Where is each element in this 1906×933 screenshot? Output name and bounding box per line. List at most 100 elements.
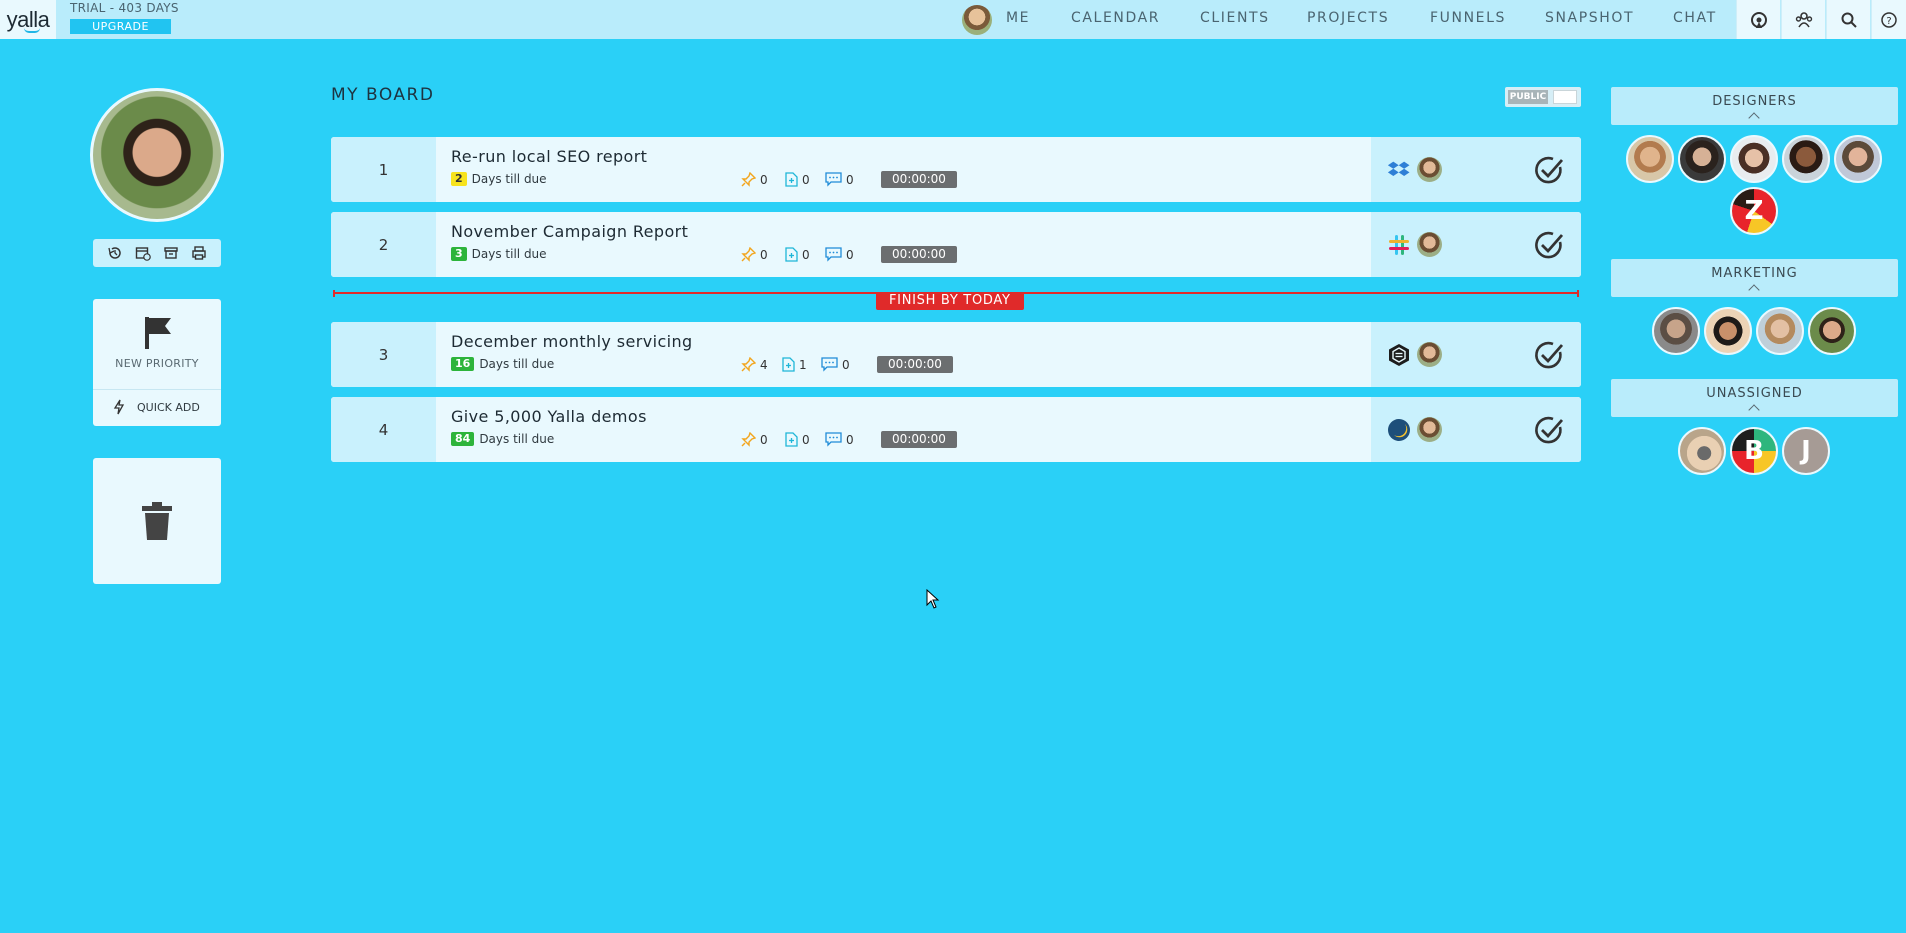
days-badge: 3 (451, 247, 467, 261)
trash-drop-zone[interactable] (93, 458, 221, 584)
task-timer[interactable]: 00:00:00 (881, 246, 957, 263)
mouse-cursor-icon (926, 589, 940, 609)
task-actions (1371, 397, 1581, 462)
comments-count[interactable]: 0 (825, 172, 854, 187)
avatar-letter: J (1801, 436, 1811, 466)
task-timer[interactable]: 00:00:00 (881, 431, 957, 448)
badge-logo-icon (1389, 344, 1409, 366)
nav-snapshot[interactable]: SNAPSHOT (1545, 10, 1634, 26)
complete-check-icon[interactable] (1533, 339, 1565, 371)
user-avatar[interactable] (962, 5, 992, 35)
comment-icon (825, 172, 842, 187)
assignee-avatar[interactable] (1417, 232, 1442, 257)
member-avatar[interactable] (1782, 135, 1830, 183)
assignee-avatar[interactable] (1417, 417, 1442, 442)
pins-count[interactable]: 4 (741, 357, 768, 372)
member-avatar[interactable] (1756, 307, 1804, 355)
finish-by-today-label: FINISH BY TODAY (876, 292, 1024, 310)
files-count[interactable]: 0 (785, 172, 810, 187)
task-due: 3 Days till due (451, 247, 547, 261)
nav-chat[interactable]: CHAT (1673, 10, 1717, 26)
task-name[interactable]: December monthly servicing (451, 332, 693, 351)
comments-value: 0 (846, 432, 854, 447)
archive-icon[interactable] (163, 245, 179, 261)
files-count[interactable]: 0 (785, 432, 810, 447)
complete-check-icon[interactable] (1533, 154, 1565, 186)
nav-calendar[interactable]: CALENDAR (1071, 10, 1160, 26)
member-avatar[interactable] (1808, 307, 1856, 355)
files-value: 0 (802, 172, 810, 187)
member-avatar[interactable]: Z (1730, 187, 1778, 235)
pins-count[interactable]: 0 (741, 247, 768, 262)
file-icon (785, 172, 798, 187)
task-name[interactable]: November Campaign Report (451, 222, 688, 241)
assignee-avatar[interactable] (1417, 157, 1442, 182)
board-title: MY BOARD (331, 85, 435, 105)
calendar-clock-icon[interactable] (135, 245, 151, 261)
file-icon (785, 247, 798, 262)
profile-photo[interactable] (90, 88, 224, 222)
task-card[interactable]: 2 November Campaign Report 3 Days till d… (331, 212, 1581, 277)
comments-count[interactable]: 0 (825, 247, 854, 262)
task-card[interactable]: 1 Re-run local SEO report 2 Days till du… (331, 137, 1581, 202)
trash-icon (142, 502, 172, 540)
member-avatar[interactable] (1652, 307, 1700, 355)
task-actions (1371, 212, 1581, 277)
team-icon (1795, 11, 1812, 27)
assignee-avatar[interactable] (1417, 342, 1442, 367)
member-avatar[interactable] (1730, 135, 1778, 183)
member-avatar[interactable] (1678, 135, 1726, 183)
due-label: Days till due (471, 247, 547, 261)
due-label: Days till due (479, 357, 555, 371)
complete-check-icon[interactable] (1533, 414, 1565, 446)
days-badge: 16 (451, 357, 475, 371)
print-icon[interactable] (191, 245, 207, 261)
public-toggle[interactable]: PUBLIC (1505, 87, 1581, 107)
help-button[interactable]: ? (1871, 0, 1906, 39)
yalla-logo[interactable]: yalla (0, 0, 56, 39)
files-count[interactable]: 1 (782, 357, 807, 372)
search-button[interactable] (1826, 0, 1870, 39)
member-avatar[interactable] (1626, 135, 1674, 183)
nav-clients[interactable]: CLIENTS (1200, 10, 1270, 26)
task-card[interactable]: 3 December monthly servicing 16 Days til… (331, 322, 1581, 387)
member-avatar[interactable] (1834, 135, 1882, 183)
task-number: 3 (331, 322, 436, 387)
toggle-knob[interactable] (1553, 90, 1577, 104)
group-unassigned-header[interactable]: UNASSIGNED (1611, 379, 1898, 417)
pins-count[interactable]: 0 (741, 172, 768, 187)
group-marketing-header[interactable]: MARKETING (1611, 259, 1898, 297)
group-designers-header[interactable]: DESIGNERS (1611, 87, 1898, 125)
team-button[interactable] (1781, 0, 1825, 39)
task-name[interactable]: Re-run local SEO report (451, 147, 647, 166)
history-icon[interactable] (107, 245, 123, 261)
pins-count[interactable]: 0 (741, 432, 768, 447)
task-timer[interactable]: 00:00:00 (881, 171, 957, 188)
task-timer[interactable]: 00:00:00 (877, 356, 953, 373)
nav-funnels[interactable]: FUNNELS (1430, 10, 1506, 26)
file-icon (785, 432, 798, 447)
task-due: 2 Days till due (451, 172, 547, 186)
support-button[interactable] (1736, 0, 1780, 39)
task-number: 4 (331, 397, 436, 462)
quick-add-button[interactable]: QUICK ADD (113, 399, 200, 415)
divider (93, 389, 221, 390)
comments-count[interactable]: 0 (821, 357, 850, 372)
files-value: 0 (802, 432, 810, 447)
task-name[interactable]: Give 5,000 Yalla demos (451, 407, 647, 426)
member-avatar[interactable] (1678, 427, 1726, 475)
files-count[interactable]: 0 (785, 247, 810, 262)
slack-icon (1389, 235, 1409, 255)
upgrade-button[interactable]: UPGRADE (70, 19, 171, 34)
task-card[interactable]: 4 Give 5,000 Yalla demos 84 Days till du… (331, 397, 1581, 462)
nav-projects[interactable]: PROJECTS (1307, 10, 1389, 26)
new-priority-card[interactable]: NEW PRIORITY QUICK ADD (93, 299, 221, 426)
nav-me[interactable]: ME (1006, 10, 1030, 26)
board-tools (93, 239, 221, 267)
comments-count[interactable]: 0 (825, 432, 854, 447)
member-avatar[interactable] (1704, 307, 1752, 355)
complete-check-icon[interactable] (1533, 229, 1565, 261)
member-avatar[interactable]: B (1730, 427, 1778, 475)
files-value: 0 (802, 247, 810, 262)
member-avatar[interactable]: J (1782, 427, 1830, 475)
